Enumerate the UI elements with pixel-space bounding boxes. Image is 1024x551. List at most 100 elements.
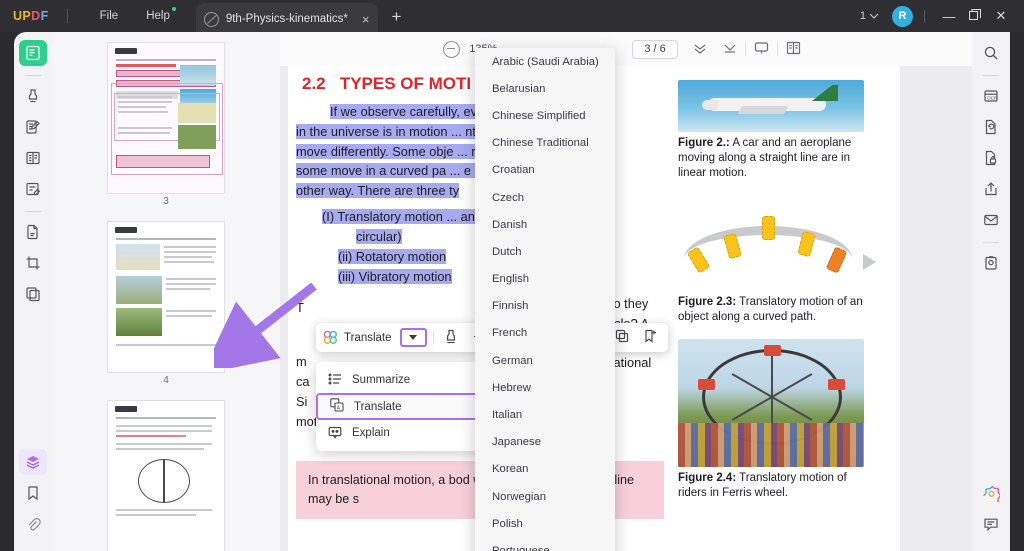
language-option-label: Italian (492, 409, 522, 421)
compress-file-icon[interactable] (977, 114, 1005, 140)
section-title: TYPES OF MOTI (340, 74, 471, 93)
signature-icon[interactable] (977, 250, 1005, 276)
language-option[interactable]: Hebrew (475, 374, 615, 401)
logo-part-d: D (31, 9, 40, 23)
page-indicator[interactable]: 3 / 6 (632, 40, 677, 59)
bookmark-add-icon[interactable] (639, 329, 661, 346)
menu-help[interactable]: Help (132, 6, 184, 26)
section-heading: 2.2 TYPES OF MOTI (302, 74, 471, 94)
ferris-car-2 (828, 379, 845, 390)
language-option[interactable]: Chinese Simplified (475, 102, 615, 129)
language-option-label: German (492, 355, 533, 367)
language-option[interactable]: Finnish (475, 293, 615, 320)
language-option-label: English (492, 273, 529, 285)
language-option-label: Norwegian (492, 491, 546, 503)
language-option[interactable]: German (475, 347, 615, 374)
figure-2-label: Figure 2.: (678, 137, 730, 149)
ai-context-menu[interactable]: Summarize A Translate › Explain (316, 362, 494, 451)
window-count-label: 1 (860, 10, 866, 22)
presentation-icon[interactable] (746, 41, 777, 58)
language-option[interactable]: French (475, 320, 615, 347)
thumbnail-page-3[interactable] (107, 42, 225, 194)
list-item-1b-text: circular) (356, 229, 402, 244)
figure-caption-2-4: Figure 2.4: Translatory motion of riders… (678, 471, 878, 501)
right-rail-bottom-group (977, 480, 1005, 551)
window-count-selector[interactable]: 1 (860, 10, 878, 22)
sidebar-item-edit-pdf[interactable] (19, 114, 47, 140)
close-tab-icon[interactable]: × (362, 13, 370, 26)
language-option-label: Hebrew (492, 382, 531, 394)
language-option[interactable]: Danish (475, 211, 615, 238)
language-option-label: Chinese Simplified (492, 110, 586, 122)
new-tab-button[interactable]: + (392, 8, 402, 25)
menu-file[interactable]: File (86, 6, 133, 26)
lock-file-icon[interactable] (977, 145, 1005, 171)
ai-sparkle-icon[interactable] (977, 480, 1005, 506)
language-option[interactable]: English (475, 266, 615, 293)
language-option[interactable]: Chinese Traditional (475, 130, 615, 157)
ai-dropdown-toggle[interactable] (400, 328, 427, 347)
sidebar-item-reader-view[interactable] (19, 40, 47, 66)
language-option[interactable]: Korean (475, 456, 615, 483)
ai-menu-item-explain[interactable]: Explain (316, 420, 494, 446)
main-shell: 3 4 (0, 32, 1024, 551)
dual-page-icon[interactable] (778, 41, 809, 58)
language-option[interactable]: Polish (475, 510, 615, 537)
zoom-out-icon[interactable] (443, 41, 460, 58)
envelope-icon[interactable] (977, 207, 1005, 233)
avatar[interactable]: R (892, 6, 913, 27)
pdf-page-area[interactable]: 2.2 TYPES OF MOTI If we observe carefull… (280, 66, 972, 551)
ai-menu-item-translate[interactable]: A Translate › (316, 393, 494, 420)
menu-help-label: Help (146, 10, 170, 22)
sidebar-item-attachments-panel[interactable] (19, 511, 47, 537)
sidebar-item-convert-pdf[interactable] (19, 219, 47, 245)
list-item-2-text: (ii) Rotatory motion (338, 249, 446, 264)
fit-page-icon[interactable] (715, 41, 745, 58)
language-submenu[interactable]: Arabic (Saudi Arabia) Belarusian Chinese S… (475, 48, 615, 551)
language-option[interactable]: Norwegian (475, 483, 615, 510)
help-notification-dot (172, 7, 176, 11)
logo-part-f: F (41, 9, 49, 23)
list-item-3-text: (iii) Vibratory motion (338, 269, 452, 284)
sidebar-item-bookmarks-panel[interactable] (19, 480, 47, 506)
double-chevron-down-icon[interactable] (685, 41, 715, 58)
list-icon (328, 372, 342, 389)
thumbnail-page-4[interactable] (107, 221, 225, 373)
search-icon[interactable] (977, 40, 1005, 66)
sidebar-item-highlight-tool[interactable] (19, 83, 47, 109)
language-option[interactable]: Czech (475, 184, 615, 211)
comment-icon[interactable] (977, 511, 1005, 537)
body-line-5-text: other way. There are three ty (296, 183, 459, 198)
minimize-button[interactable]: — (936, 9, 962, 24)
ai-toolbar-label: Translate (344, 332, 392, 344)
language-option[interactable]: Portuguese (475, 537, 615, 551)
sidebar-item-layers-panel[interactable] (19, 449, 47, 475)
language-option[interactable]: Croatian (475, 157, 615, 184)
language-option-label: Polish (492, 518, 523, 530)
language-option[interactable]: Dutch (475, 238, 615, 265)
language-option[interactable]: Belarusian (475, 75, 615, 102)
logo-part-up: UP (13, 9, 31, 23)
thumbnail-page-5[interactable] (107, 400, 225, 551)
ocr-icon[interactable]: OCR (977, 83, 1005, 109)
share-upload-icon[interactable] (977, 176, 1005, 202)
ferris-car-3 (698, 379, 715, 390)
language-option[interactable]: Arabic (Saudi Arabia) (475, 48, 615, 75)
language-option[interactable]: Italian (475, 401, 615, 428)
ai-menu-label-translate: Translate (354, 401, 402, 413)
marker-icon[interactable] (440, 329, 462, 347)
sidebar-item-form-tool[interactable] (19, 176, 47, 202)
figure-23-label: Figure 2.3: (678, 296, 736, 308)
document-tab[interactable]: 9th-Physics-kinematics* × (196, 3, 378, 35)
ai-menu-item-summarize[interactable]: Summarize (316, 367, 494, 393)
close-window-button[interactable]: ✕ (988, 8, 1014, 24)
language-option-label: Arabic (Saudi Arabia) (492, 56, 599, 68)
restore-button[interactable] (962, 9, 988, 24)
language-option[interactable]: Japanese (475, 429, 615, 456)
sidebar-item-batch-tool[interactable] (19, 281, 47, 307)
titlebar-divider (67, 9, 68, 23)
thumbnail-label-4: 4 (163, 375, 169, 386)
ai-menu-label-explain: Explain (352, 427, 390, 439)
sidebar-item-organize-pages[interactable] (19, 145, 47, 171)
sidebar-item-crop-page[interactable] (19, 250, 47, 276)
